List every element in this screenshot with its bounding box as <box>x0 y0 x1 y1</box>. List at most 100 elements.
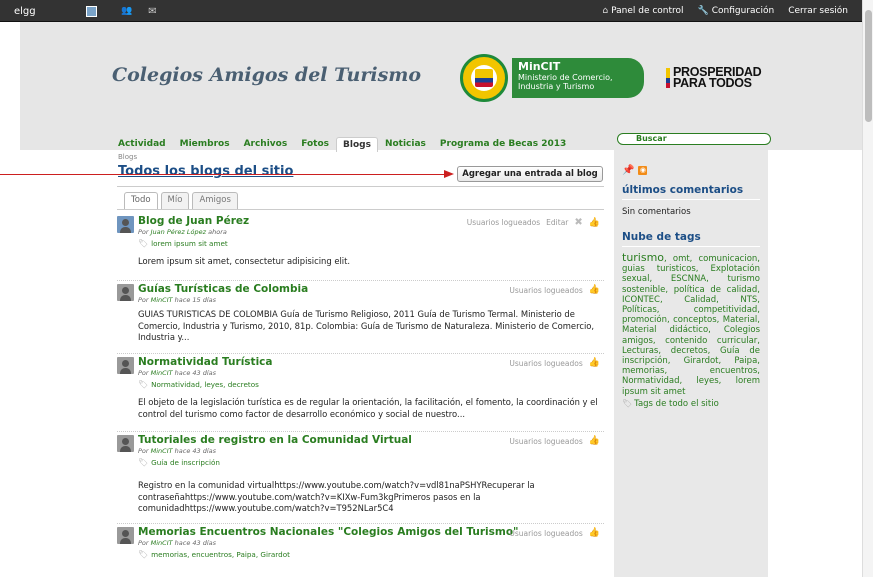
post-title[interactable]: Guías Turísticas de Colombia <box>138 283 308 295</box>
mincit-sub-2: Industria y Turismo <box>518 82 595 91</box>
post-excerpt: GUIAS TURISTICAS DE COLOMBIA Guía de Tur… <box>138 309 595 342</box>
post-author[interactable]: MinCIT <box>151 539 173 547</box>
tag-cloud-rest[interactable]: , omt, comunicacion, guias turisticos, E… <box>622 254 760 397</box>
nav-fotos[interactable]: Fotos <box>294 137 336 152</box>
topbar-left: elgg 👥 ✉ <box>6 0 157 22</box>
vertical-scrollbar[interactable] <box>862 0 873 577</box>
nav-noticias[interactable]: Noticias <box>378 137 433 152</box>
post-time: hace 43 días <box>172 369 217 377</box>
nav-miembros[interactable]: Miembros <box>173 137 237 152</box>
author-avatar[interactable] <box>117 527 134 544</box>
post-title[interactable]: Tutoriales de registro en la Comunidad V… <box>138 434 412 446</box>
post-author[interactable]: MinCIT <box>151 447 173 455</box>
tag-cloud[interactable]: turismo, omt, comunicacion, guias turist… <box>622 251 760 397</box>
all-site-tags-link[interactable]: 🏷 Tags de todo el sitio <box>622 399 760 409</box>
post-header: Memorias Encuentros Nacionales "Colegios… <box>117 524 604 547</box>
user-avatar-icon[interactable] <box>86 5 97 17</box>
sidebar: 📌 ◉ últimos comentarios Sin comentarios … <box>614 150 768 577</box>
post-tags-list[interactable]: Normatividad, leyes, decretos <box>151 380 259 389</box>
nav-blogs[interactable]: Blogs <box>336 137 378 152</box>
mincit-logo: MinCIT Ministerio de Comercio, Industria… <box>460 54 660 102</box>
topbar: elgg 👥 ✉ ⌂ Panel de control 🔧 Configurac… <box>0 0 862 22</box>
pin-icon[interactable]: 📌 <box>622 165 634 176</box>
like-thumb-icon[interactable]: 👍 <box>589 358 600 368</box>
like-thumb-icon[interactable]: 👍 <box>589 436 600 446</box>
annotation-arrow-head <box>444 170 454 178</box>
post-title[interactable]: Memorias Encuentros Nacionales "Colegios… <box>138 526 519 538</box>
tag-icon: 🏷 <box>138 379 149 389</box>
nav-actividad[interactable]: Actividad <box>118 137 173 152</box>
post-title[interactable]: Blog de Juan Pérez <box>138 215 249 227</box>
byline-prefix: Por <box>138 369 151 377</box>
access-level: Usuarios logueados <box>509 285 583 295</box>
post-author[interactable]: MinCIT <box>151 369 173 377</box>
site-title[interactable]: Colegios Amigos del Turismo <box>112 64 421 86</box>
tag-icon: 🏷 <box>138 549 149 559</box>
blog-post: Blog de Juan Pérez Por Juan Pérez López … <box>117 213 604 281</box>
tag-icon: 🏷 <box>622 399 633 409</box>
access-level: Usuarios logueados <box>509 358 583 368</box>
post-tags-list[interactable]: Guía de inscripción <box>151 458 220 467</box>
flag-bar-icon <box>666 68 670 88</box>
post-author[interactable]: MinCIT <box>151 296 173 304</box>
all-site-tags-label: Tags de todo el sitio <box>634 398 719 409</box>
post-meta: Usuarios logueados Editar ✖ 👍 <box>467 217 600 228</box>
filter-tab-mio[interactable]: Mío <box>160 192 190 209</box>
filter-tab-amigos[interactable]: Amigos <box>192 192 238 209</box>
main-nav: Actividad Miembros Archivos Fotos Blogs … <box>118 137 573 152</box>
breadcrumb[interactable]: Blogs <box>118 153 137 161</box>
mincit-name: MinCIT <box>518 60 561 73</box>
author-avatar[interactable] <box>117 284 134 301</box>
panel-de-control-label: Panel de control <box>611 6 684 16</box>
rss-icon[interactable]: ◉ <box>638 165 648 175</box>
post-meta: Usuarios logueados 👍 <box>509 528 600 538</box>
author-avatar[interactable] <box>117 216 134 233</box>
post-author[interactable]: Juan Pérez López <box>151 228 206 236</box>
author-avatar[interactable] <box>117 357 134 374</box>
post-meta: Usuarios logueados 👍 <box>509 436 600 446</box>
panel-de-control-link[interactable]: ⌂ Panel de control <box>602 6 683 16</box>
configuracion-link[interactable]: 🔧 Configuración <box>698 6 775 16</box>
elgg-logo[interactable]: elgg <box>6 6 58 17</box>
seal-shield <box>475 69 493 87</box>
prosperidad-text: PROSPERIDAD PARA TODOS <box>673 66 762 90</box>
post-meta: Usuarios logueados 👍 <box>509 285 600 295</box>
post-title[interactable]: Normatividad Turística <box>138 356 272 368</box>
prosperidad-line-2: PARA TODOS <box>673 76 752 90</box>
tag-icon: 🏷 <box>138 457 149 467</box>
byline-prefix: Por <box>138 228 151 236</box>
mincit-sub-1: Ministerio de Comercio, <box>518 73 613 82</box>
like-thumb-icon[interactable]: 👍 <box>589 218 600 228</box>
post-excerpt: Registro en la comunidad virtualhttps://… <box>138 480 535 513</box>
no-comments-text: Sin comentarios <box>622 207 691 217</box>
tag-turismo[interactable]: turismo <box>622 251 664 264</box>
colombia-seal-icon <box>460 54 508 102</box>
friends-icon[interactable]: 👥 <box>121 6 132 16</box>
post-meta: Usuarios logueados 👍 <box>509 358 600 368</box>
filter-tab-todo[interactable]: Todo <box>124 192 158 210</box>
delete-icon[interactable]: ✖ <box>574 217 582 228</box>
filter-tabs: Todo Mío Amigos <box>124 192 238 210</box>
like-thumb-icon[interactable]: 👍 <box>589 528 600 538</box>
post-time: hace 15 días <box>172 296 217 304</box>
configuracion-label: Configuración <box>711 6 775 16</box>
access-level: Usuarios logueados <box>509 528 583 538</box>
nav-archivos[interactable]: Archivos <box>237 137 295 152</box>
post-tags-list[interactable]: lorem ipsum sit amet <box>151 239 228 248</box>
post-tags-list[interactable]: memorias, encuentros, Paipa, Girardot <box>151 550 290 559</box>
mail-icon[interactable]: ✉ <box>148 6 156 17</box>
edit-link[interactable]: Editar <box>546 218 568 227</box>
post-tags: 🏷 memorias, encuentros, Paipa, Girardot <box>138 548 604 560</box>
like-thumb-icon[interactable]: 👍 <box>589 285 600 295</box>
post-byline: Por MinCIT hace 15 días <box>138 296 216 304</box>
post-header: Blog de Juan Pérez Por Juan Pérez López … <box>117 213 604 236</box>
wrench-icon: 🔧 <box>697 6 709 16</box>
nav-programa-becas[interactable]: Programa de Becas 2013 <box>433 137 573 152</box>
author-avatar[interactable] <box>117 435 134 452</box>
post-time: ahora <box>206 228 227 236</box>
cerrar-sesion-link[interactable]: Cerrar sesión <box>788 6 848 16</box>
search-input[interactable]: Buscar <box>617 133 771 145</box>
add-blog-entry-button[interactable]: Agregar una entrada al blog <box>457 166 603 182</box>
post-tags: 🏷 lorem ipsum sit amet <box>138 237 604 249</box>
scroll-thumb[interactable] <box>865 10 872 122</box>
